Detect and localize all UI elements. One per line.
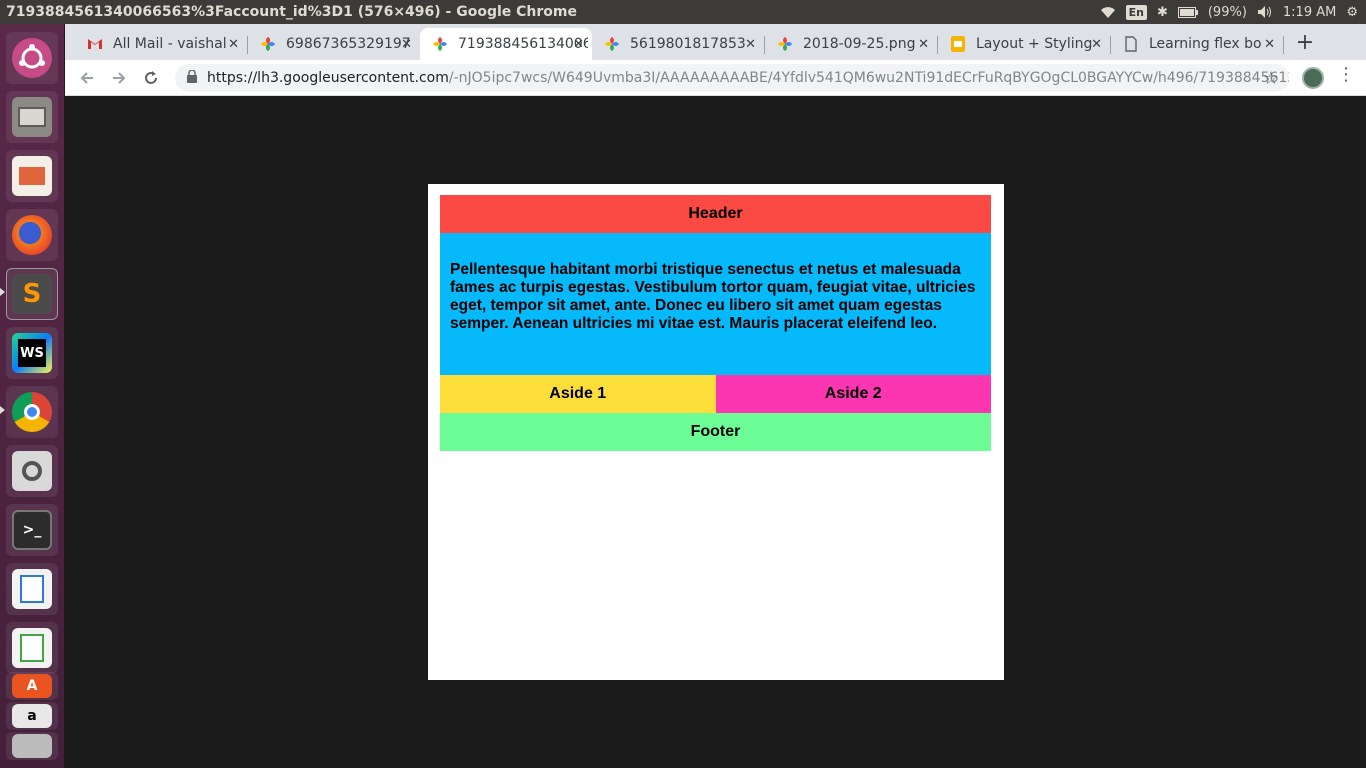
tab-title: Layout + Styling (976, 36, 1093, 52)
files-icon[interactable] (6, 91, 58, 143)
tab-strip: All Mail - vaishal ✕ 69867365329197 ✕ 71… (65, 24, 1366, 60)
battery-icon[interactable] (1177, 6, 1198, 18)
firefox-icon[interactable] (6, 209, 58, 261)
page-viewport: Header Pellentesque habitant morbi trist… (65, 96, 1366, 768)
tab-photos-3[interactable]: 5619801817853 ✕ (592, 28, 764, 60)
back-arrow-icon[interactable] (75, 66, 99, 90)
running-indicator (0, 288, 5, 296)
gmail-icon (87, 36, 103, 52)
close-icon[interactable]: ✕ (228, 37, 239, 52)
close-icon[interactable]: ✕ (745, 37, 756, 52)
photos-icon (777, 36, 793, 52)
tab-title: 2018-09-25.png (803, 36, 916, 52)
tab-gmail[interactable]: All Mail - vaishal ✕ (75, 28, 247, 60)
photos-icon (260, 36, 276, 52)
tab-separator (1283, 36, 1284, 54)
top-panel: 7193884561340066563%3Faccount_id%3D1 (57… (0, 0, 1366, 24)
menu-kebab-icon[interactable]: ⋮ (1336, 64, 1356, 85)
tab-title: 69867365329197 (286, 36, 411, 52)
demo-aside-1: Aside 1 (440, 375, 716, 413)
slides-icon (950, 36, 966, 52)
chrome-icon[interactable] (6, 386, 58, 438)
demo-asides-row: Aside 1 Aside 2 (440, 375, 991, 413)
close-icon[interactable]: ✕ (1264, 37, 1275, 52)
lock-icon[interactable] (187, 69, 197, 86)
address-bar[interactable]: https://lh3.googleusercontent.com /-nJO5… (175, 64, 1289, 92)
wifi-icon[interactable] (1100, 5, 1116, 19)
system-tray: En ✱ (99%) 1:19 AM ⚙ (1100, 0, 1358, 24)
profile-avatar[interactable] (1302, 67, 1324, 89)
tab-title: All Mail - vaishal (113, 36, 227, 52)
image-viewer-icon[interactable] (6, 445, 58, 497)
tab-title: Learning flex bo (1149, 36, 1262, 52)
url-host: https://lh3.googleusercontent.com (207, 70, 449, 86)
tab-document[interactable]: Learning flex bo ✕ (1111, 28, 1283, 60)
url-path: /-nJO5ipc7wcs/W649Uvmba3I/AAAAAAAAABE/4Y… (448, 70, 1289, 86)
running-indicator (0, 406, 5, 414)
writer-icon[interactable] (6, 563, 58, 615)
displayed-image[interactable]: Header Pellentesque habitant morbi trist… (428, 184, 1004, 680)
volume-icon[interactable] (1257, 5, 1273, 19)
close-icon[interactable]: ✕ (1091, 37, 1102, 52)
tab-photos-active[interactable]: 7193884561340066 ✕ (420, 28, 592, 60)
settings-gear-icon[interactable]: ⚙ (1346, 5, 1358, 20)
forward-arrow-icon[interactable] (107, 66, 131, 90)
webstorm-icon[interactable]: WS (6, 327, 58, 379)
battery-percent: (99%) (1207, 4, 1247, 20)
demo-footer: Footer (440, 413, 991, 451)
software-center-icon[interactable]: A (6, 672, 58, 700)
demo-main-text: Pellentesque habitant morbi tristique se… (440, 233, 991, 375)
photos-icon (604, 36, 620, 52)
close-icon[interactable]: ✕ (573, 37, 584, 52)
demo-header: Header (440, 195, 991, 233)
window-title: 7193884561340066563%3Faccount_id%3D1 (57… (6, 4, 578, 20)
tab-photos-4[interactable]: 2018-09-25.png ✕ (765, 28, 937, 60)
calc-icon[interactable] (6, 622, 58, 674)
new-tab-button[interactable]: + (1293, 30, 1317, 55)
bluetooth-icon[interactable]: ✱ (1157, 5, 1168, 20)
tab-photos-1[interactable]: 69867365329197 ✕ (248, 28, 420, 60)
keyboard-language[interactable]: En (1125, 4, 1147, 20)
amazon-icon[interactable]: a (6, 702, 58, 730)
reload-icon[interactable] (139, 66, 163, 90)
photos-icon (432, 36, 448, 52)
tab-slides[interactable]: Layout + Styling ✕ (938, 28, 1110, 60)
terminal-icon[interactable]: >_ (6, 504, 58, 556)
sublime-text-icon[interactable]: S (6, 268, 58, 320)
trash-icon[interactable] (6, 732, 58, 760)
browser-toolbar: https://lh3.googleusercontent.com /-nJO5… (65, 60, 1366, 96)
close-icon[interactable]: ✕ (918, 37, 929, 52)
close-icon[interactable]: ✕ (401, 37, 412, 52)
bookmark-star-icon[interactable]: ☆ (1263, 68, 1279, 89)
flexbox-layout-demo: Header Pellentesque habitant morbi trist… (440, 195, 991, 451)
document-icon (1123, 36, 1139, 52)
ubuntu-dash-icon[interactable] (6, 32, 58, 84)
demo-aside-2: Aside 2 (715, 375, 991, 413)
clock[interactable]: 1:19 AM (1283, 5, 1336, 20)
launcher: S WS >_ A a (0, 24, 65, 768)
tab-title: 7193884561340066 (458, 36, 588, 52)
tab-title: 5619801817853 (630, 36, 746, 52)
impress-icon[interactable] (6, 150, 58, 202)
